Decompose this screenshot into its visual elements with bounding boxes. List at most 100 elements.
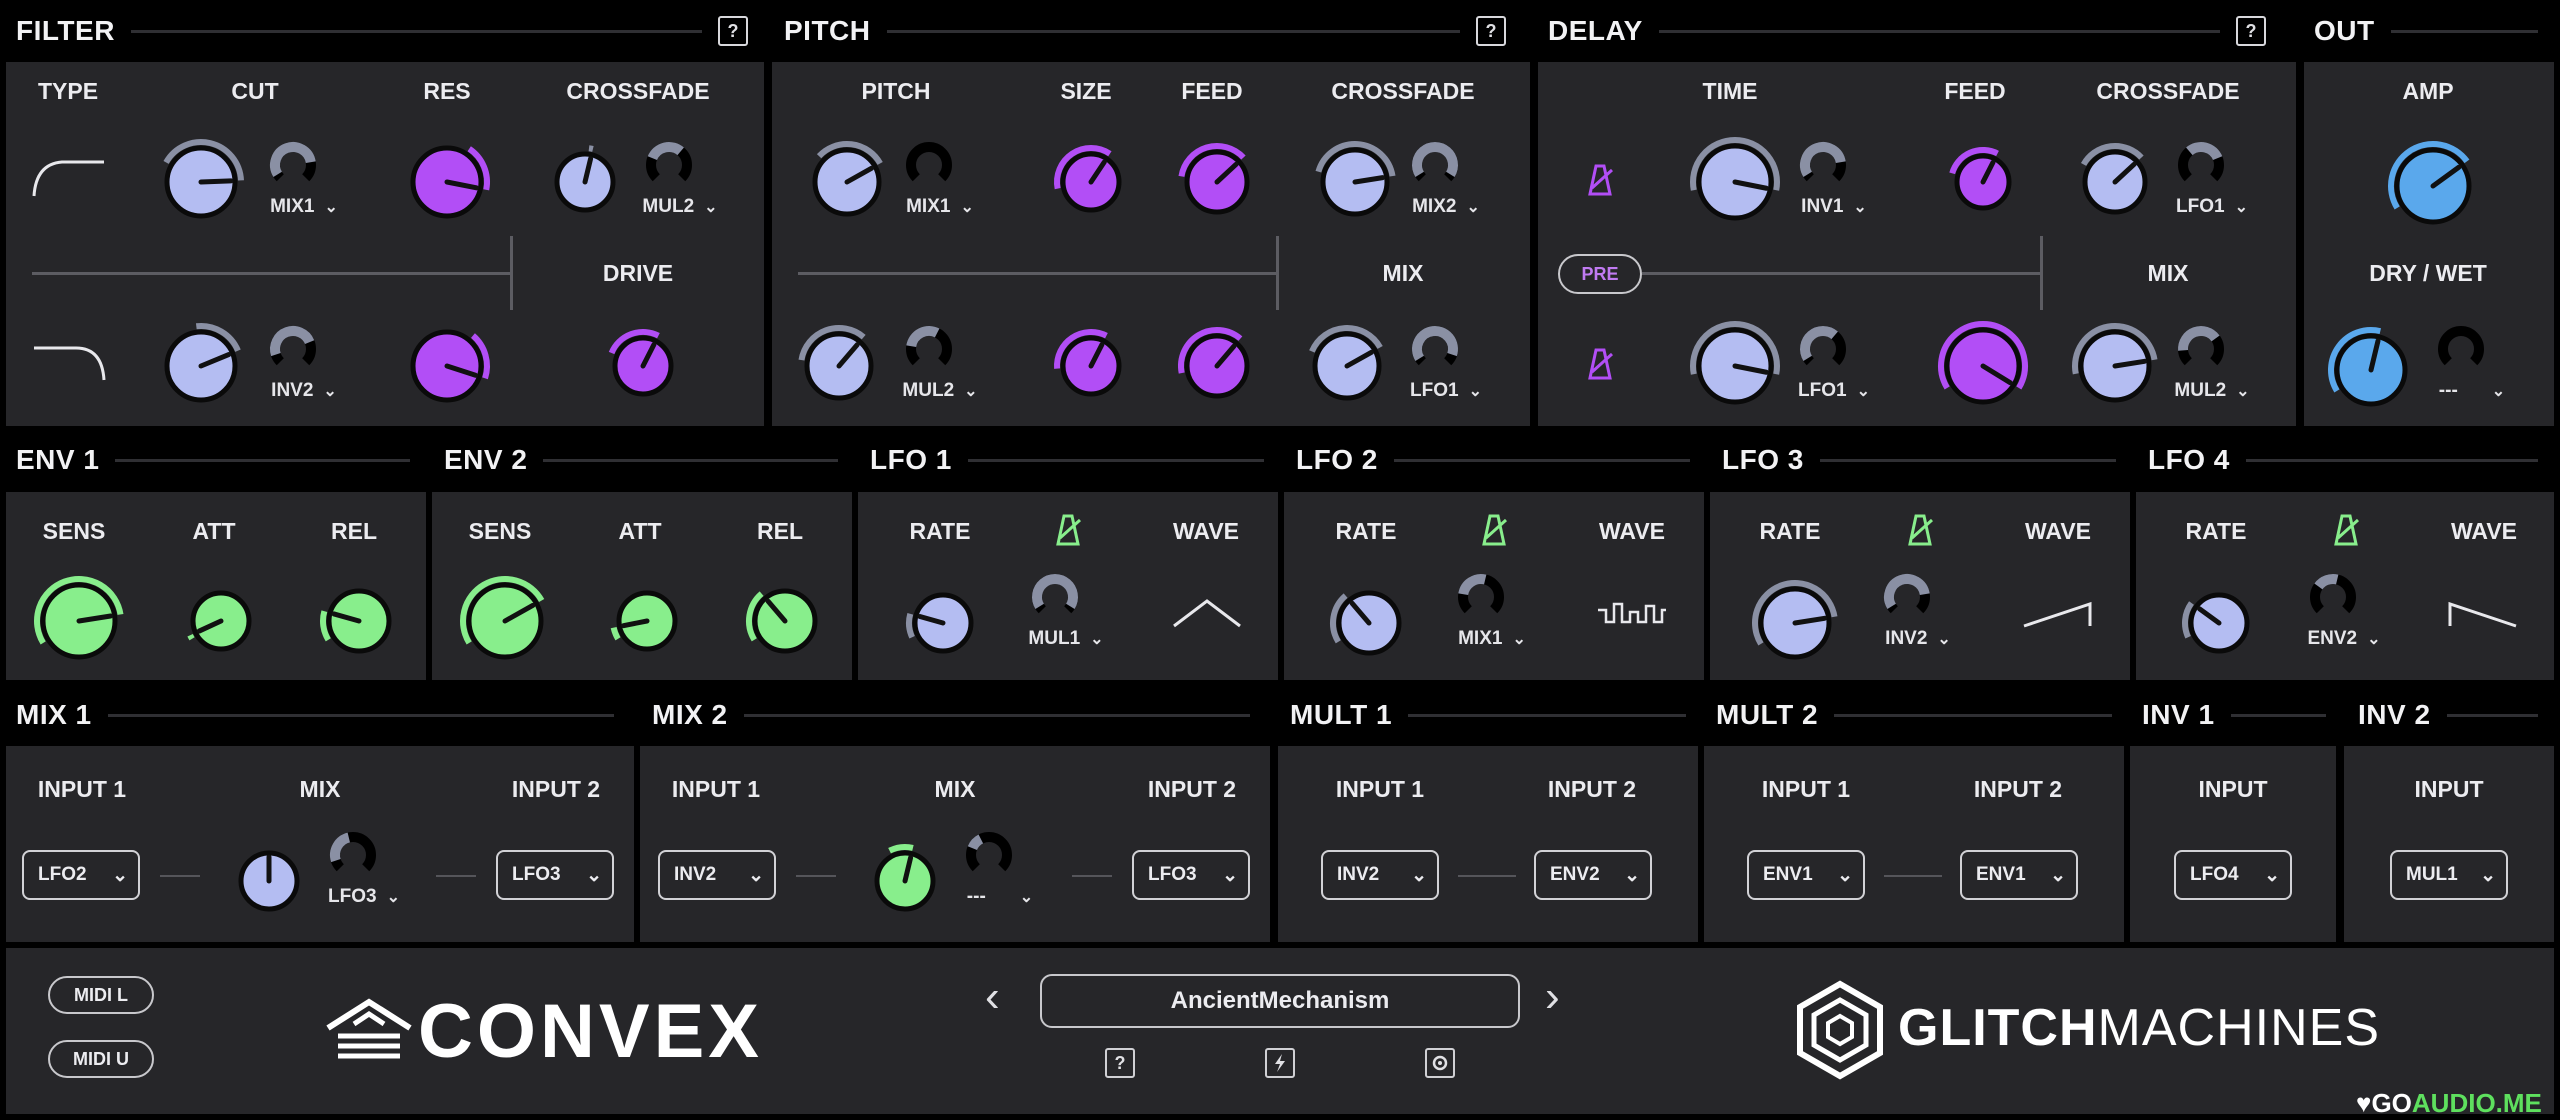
mix2-mix-mod[interactable]: --- ⌄ <box>960 826 1040 908</box>
delay-help-button[interactable]: ? <box>2236 16 2266 46</box>
env2-rel-knob[interactable] <box>744 580 826 662</box>
delay-feed-bottom-knob[interactable] <box>1936 319 2030 413</box>
filter-cut-bottom-mod[interactable]: INV2 ⌄ <box>264 320 344 402</box>
randomize-lightning-icon[interactable] <box>1265 1048 1295 1078</box>
mod-amount-knob[interactable] <box>1878 568 1958 626</box>
mod-amount-knob[interactable] <box>2172 320 2252 378</box>
mod-amount-knob[interactable] <box>900 136 980 194</box>
delay-time-top-knob[interactable] <box>1688 135 1782 229</box>
filter-crossfade-top-knob[interactable] <box>546 143 624 221</box>
preset-name-display[interactable]: AncientMechanism <box>1040 974 1520 1028</box>
filter-cut-top-mod[interactable]: MIX1 ⌄ <box>264 136 344 218</box>
delay-sync-top-icon[interactable] <box>1582 162 1618 198</box>
preset-prev-arrow[interactable]: ‹ <box>985 972 1000 1022</box>
env1-sens-knob[interactable] <box>32 574 126 668</box>
lfo2-wave-random-icon[interactable] <box>1596 600 1668 626</box>
pitch-crossfade-mod[interactable]: MIX2 ⌄ <box>1406 136 1486 218</box>
pitch-pitch-top-mod[interactable]: MIX1 ⌄ <box>900 136 980 218</box>
delay-crossfade-top-knob[interactable] <box>2074 141 2156 223</box>
midi-learn-button[interactable]: MIDI L <box>48 976 154 1014</box>
lowpass-filter-icon[interactable] <box>32 158 108 200</box>
mod-amount-knob[interactable] <box>264 136 344 194</box>
lfo1-sync-icon[interactable] <box>1050 512 1084 548</box>
out-drywet-mod[interactable]: --- ⌄ <box>2432 320 2512 402</box>
mix1-mix-knob[interactable] <box>230 842 308 920</box>
mix2-mix-knob[interactable] <box>866 842 944 920</box>
mod-amount-knob[interactable] <box>1794 136 1874 194</box>
delay-sync-bottom-icon[interactable] <box>1582 346 1618 382</box>
pitch-size-bottom-knob[interactable] <box>1052 327 1130 405</box>
mod-amount-knob[interactable] <box>1794 320 1874 378</box>
mix1-mix-mod[interactable]: LFO3 ⌄ <box>324 826 404 908</box>
delay-feed-top-knob[interactable] <box>1946 145 2020 219</box>
mod-amount-knob[interactable] <box>2432 320 2512 378</box>
mod-amount-knob[interactable] <box>1452 568 1532 626</box>
pitch-pitch-bottom-mod[interactable]: MUL2 ⌄ <box>900 320 980 402</box>
mod-amount-knob[interactable] <box>264 320 344 378</box>
env2-sens-knob[interactable] <box>458 574 552 668</box>
mult2-input1-select[interactable]: ENV1 ⌄ <box>1747 850 1865 900</box>
out-drywet-knob[interactable] <box>2326 325 2416 415</box>
settings-gear-icon[interactable] <box>1425 1048 1455 1078</box>
delay-time-top-mod[interactable]: INV1 ⌄ <box>1794 136 1874 218</box>
lfo2-rate-mod[interactable]: MIX1 ⌄ <box>1452 568 1532 650</box>
lfo4-sync-icon[interactable] <box>2328 512 2362 548</box>
mod-amount-knob[interactable] <box>900 320 980 378</box>
lfo4-rate-knob[interactable] <box>2180 584 2258 662</box>
mod-amount-knob[interactable] <box>324 826 404 884</box>
pitch-feed-bottom-knob[interactable] <box>1176 325 1258 407</box>
highpass-filter-icon[interactable] <box>32 342 108 384</box>
pre-button[interactable]: PRE <box>1558 254 1642 294</box>
preset-next-arrow[interactable]: › <box>1545 972 1560 1022</box>
mix1-input1-select[interactable]: LFO2 ⌄ <box>22 850 140 900</box>
delay-mix-mod[interactable]: MUL2 ⌄ <box>2172 320 2252 402</box>
lfo4-wave-saw-down-icon[interactable] <box>2448 598 2520 630</box>
pitch-pitch-top-knob[interactable] <box>804 139 890 225</box>
lfo3-rate-mod[interactable]: INV2 ⌄ <box>1878 568 1958 650</box>
pitch-help-button[interactable]: ? <box>1476 16 1506 46</box>
filter-drive-knob[interactable] <box>604 327 682 405</box>
filter-res-top-knob[interactable] <box>402 137 492 227</box>
lfo2-rate-knob[interactable] <box>1328 582 1410 664</box>
mod-amount-knob[interactable] <box>2304 568 2384 626</box>
lfo4-rate-mod[interactable]: ENV2 ⌄ <box>2304 568 2384 650</box>
inv2-input-select[interactable]: MUL1 ⌄ <box>2390 850 2508 900</box>
delay-time-bottom-mod[interactable]: LFO1 ⌄ <box>1794 320 1874 402</box>
mod-amount-knob[interactable] <box>1406 136 1486 194</box>
pitch-crossfade-top-knob[interactable] <box>1312 139 1398 225</box>
pitch-size-top-knob[interactable] <box>1052 143 1130 221</box>
filter-help-button[interactable]: ? <box>718 16 748 46</box>
mod-amount-knob[interactable] <box>2172 136 2252 194</box>
delay-time-bottom-knob[interactable] <box>1688 319 1782 413</box>
lfo1-rate-mod[interactable]: MUL1 ⌄ <box>1026 568 1106 650</box>
midi-unlearn-button[interactable]: MIDI U <box>48 1040 154 1078</box>
mult1-input2-select[interactable]: ENV2 ⌄ <box>1534 850 1652 900</box>
pitch-feed-top-knob[interactable] <box>1176 141 1258 223</box>
lfo1-rate-knob[interactable] <box>904 584 982 662</box>
lfo3-wave-saw-up-icon[interactable] <box>2022 598 2094 630</box>
out-amp-knob[interactable] <box>2386 139 2480 233</box>
filter-cut-bottom-knob[interactable] <box>156 321 246 411</box>
help-icon[interactable]: ? <box>1105 1048 1135 1078</box>
pitch-mix-mod[interactable]: LFO1 ⌄ <box>1406 320 1486 402</box>
mod-amount-knob[interactable] <box>640 136 720 194</box>
filter-cut-top-knob[interactable] <box>156 137 246 227</box>
pitch-pitch-bottom-knob[interactable] <box>796 323 882 409</box>
env1-rel-knob[interactable] <box>318 580 400 662</box>
env1-att-knob[interactable] <box>182 582 260 660</box>
mult2-input2-select[interactable]: ENV1 ⌄ <box>1960 850 2078 900</box>
lfo2-sync-icon[interactable] <box>1476 512 1510 548</box>
delay-crossfade-mod[interactable]: LFO1 ⌄ <box>2172 136 2252 218</box>
mod-amount-knob[interactable] <box>1406 320 1486 378</box>
mod-amount-knob[interactable] <box>1026 568 1106 626</box>
pitch-mix-knob[interactable] <box>1304 323 1390 409</box>
mod-amount-knob[interactable] <box>960 826 1040 884</box>
mix1-input2-select[interactable]: LFO3 ⌄ <box>496 850 614 900</box>
filter-crossfade-mod[interactable]: MUL2 ⌄ <box>640 136 720 218</box>
delay-mix-knob[interactable] <box>2070 321 2160 411</box>
mix2-input1-select[interactable]: INV2 ⌄ <box>658 850 776 900</box>
lfo1-wave-triangle-icon[interactable] <box>1172 598 1242 628</box>
mult1-input1-select[interactable]: INV2 ⌄ <box>1321 850 1439 900</box>
filter-res-bottom-knob[interactable] <box>402 321 492 411</box>
mix2-input2-select[interactable]: LFO3 ⌄ <box>1132 850 1250 900</box>
